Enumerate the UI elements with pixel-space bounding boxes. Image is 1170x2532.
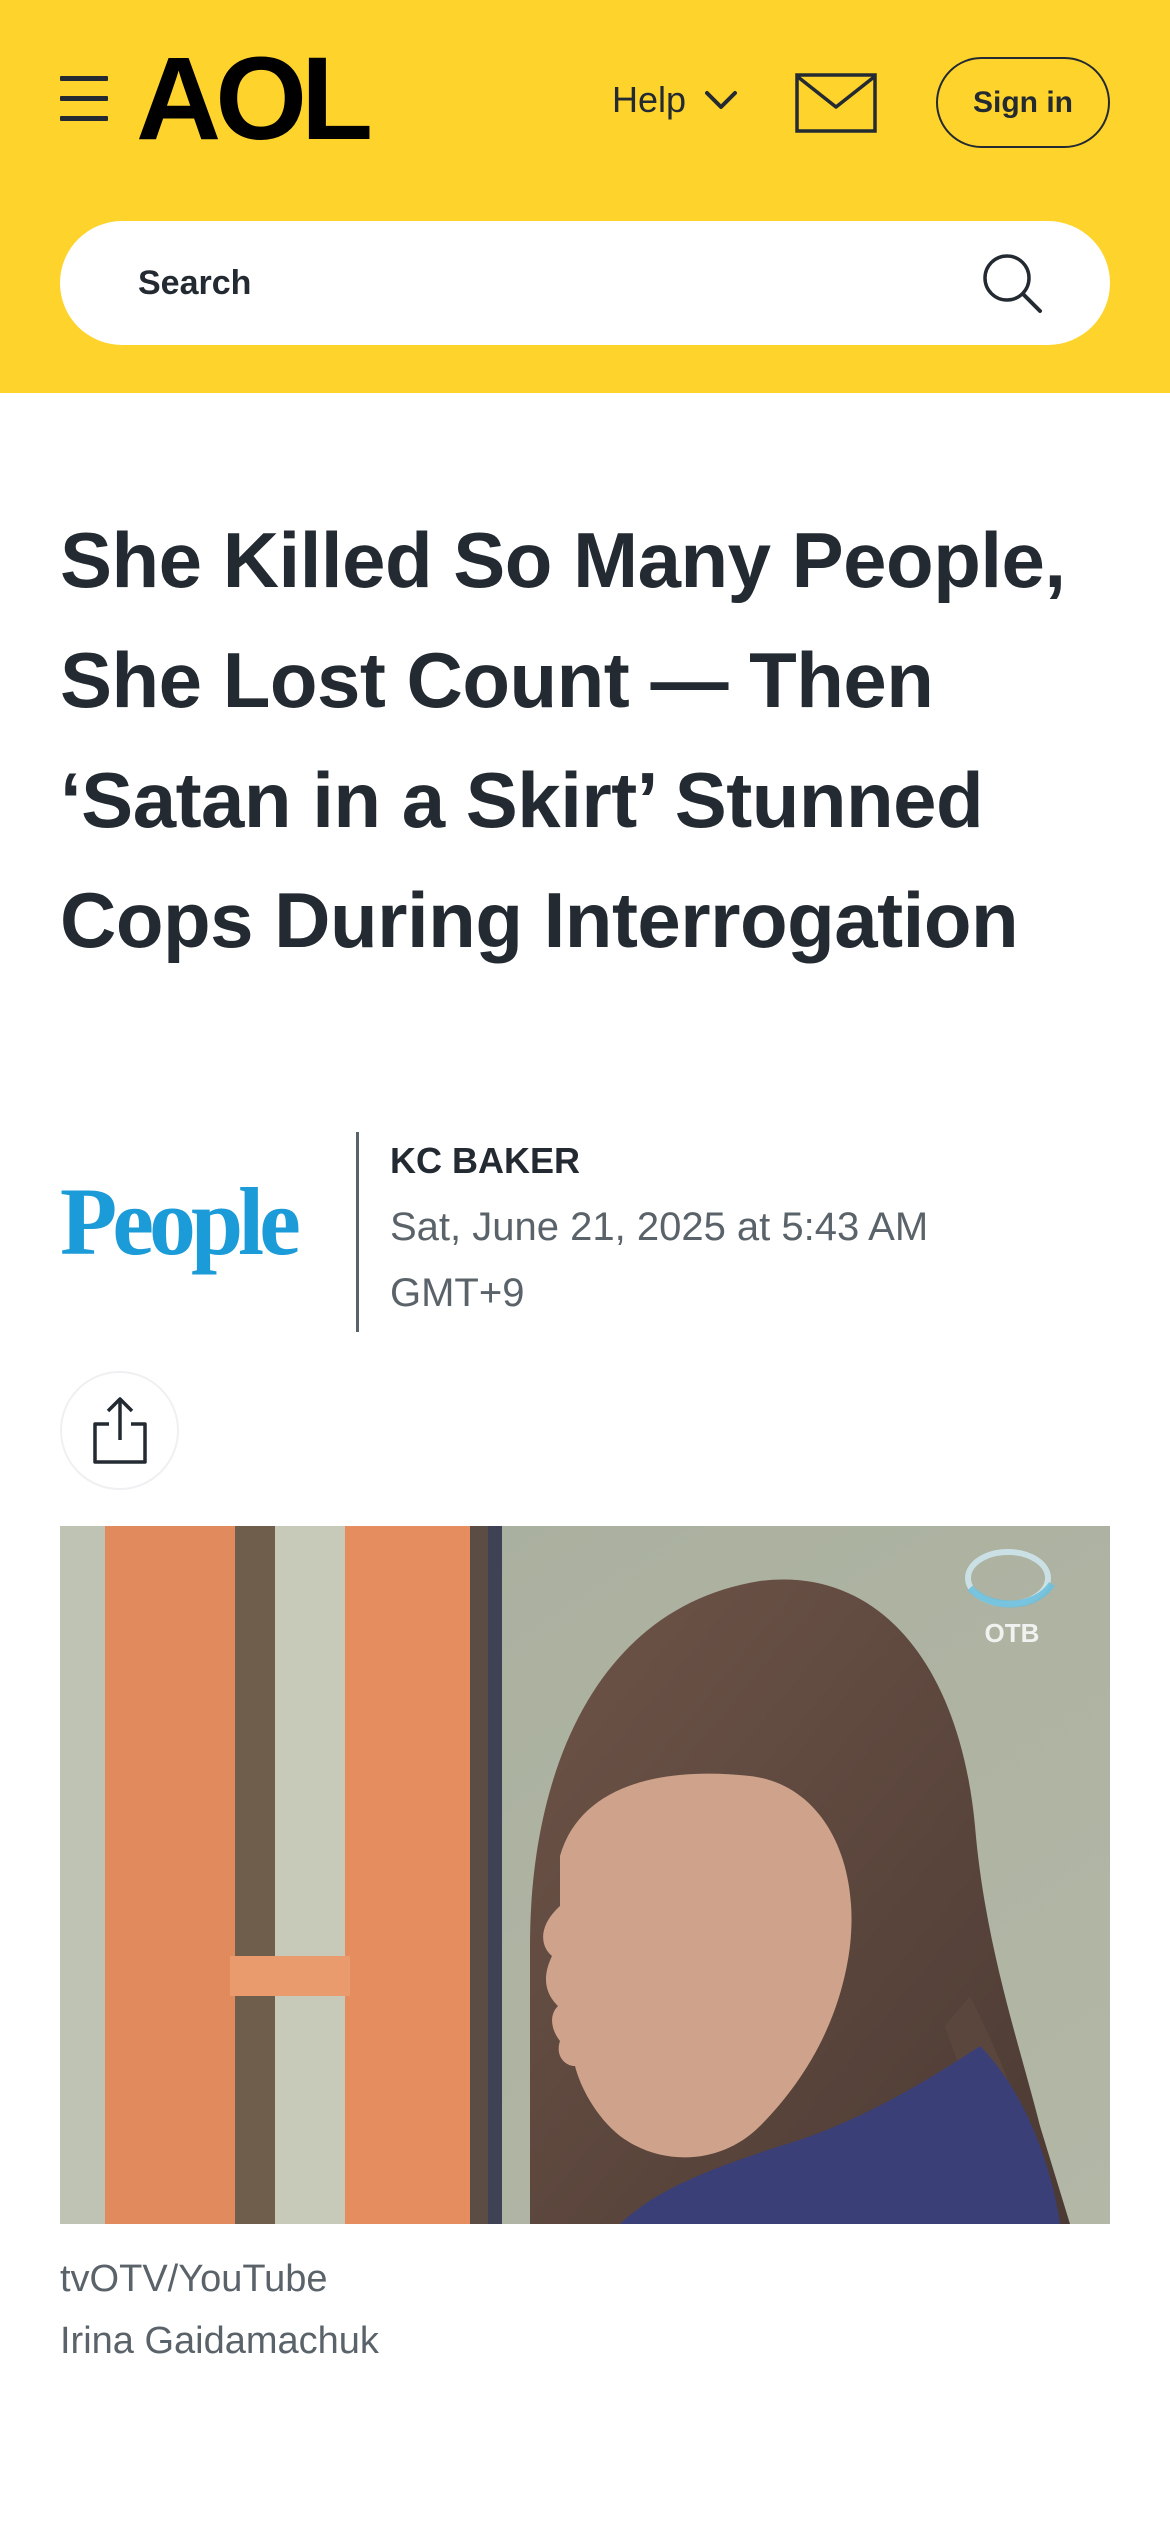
- share-icon: [92, 1396, 147, 1464]
- search-icon[interactable]: [982, 253, 1044, 315]
- sign-in-button[interactable]: Sign in: [936, 57, 1110, 148]
- article-headline: She Killed So Many People, She Lost Coun…: [60, 516, 1066, 964]
- byline-divider: [356, 1132, 359, 1332]
- chevron-down-icon: [705, 91, 738, 109]
- search-bar[interactable]: [60, 221, 1110, 345]
- author-name[interactable]: KC BAKER: [390, 1140, 580, 1182]
- aol-logo[interactable]: AOL: [136, 40, 373, 158]
- people-logo[interactable]: People: [60, 1170, 300, 1280]
- article-byline: People KC BAKER Sat, June 21, 2025 at 5:…: [60, 1132, 1110, 1332]
- site-header: AOL Help Sign in: [0, 0, 1170, 393]
- help-label: Help: [612, 79, 687, 120]
- image-caption: tvOTV/YouTube Irina Gaidamachuk: [60, 2248, 379, 2372]
- image-caption-text: Irina Gaidamachuk: [60, 2320, 379, 2362]
- article-image: OTB: [60, 1526, 1110, 2224]
- people-logo-text: People: [60, 1170, 299, 1275]
- article-photo: OTB: [60, 1526, 1110, 2224]
- mail-icon[interactable]: [795, 73, 877, 133]
- channel-watermark: OTB: [985, 1618, 1040, 1648]
- help-menu[interactable]: Help: [612, 70, 738, 130]
- image-credit: tvOTV/YouTube: [60, 2258, 328, 2300]
- search-input[interactable]: [138, 251, 938, 315]
- share-button[interactable]: [60, 1371, 179, 1490]
- hamburger-menu-icon[interactable]: [58, 72, 110, 124]
- publish-date: Sat, June 21, 2025 at 5:43 AM GMT+9: [390, 1205, 929, 1315]
